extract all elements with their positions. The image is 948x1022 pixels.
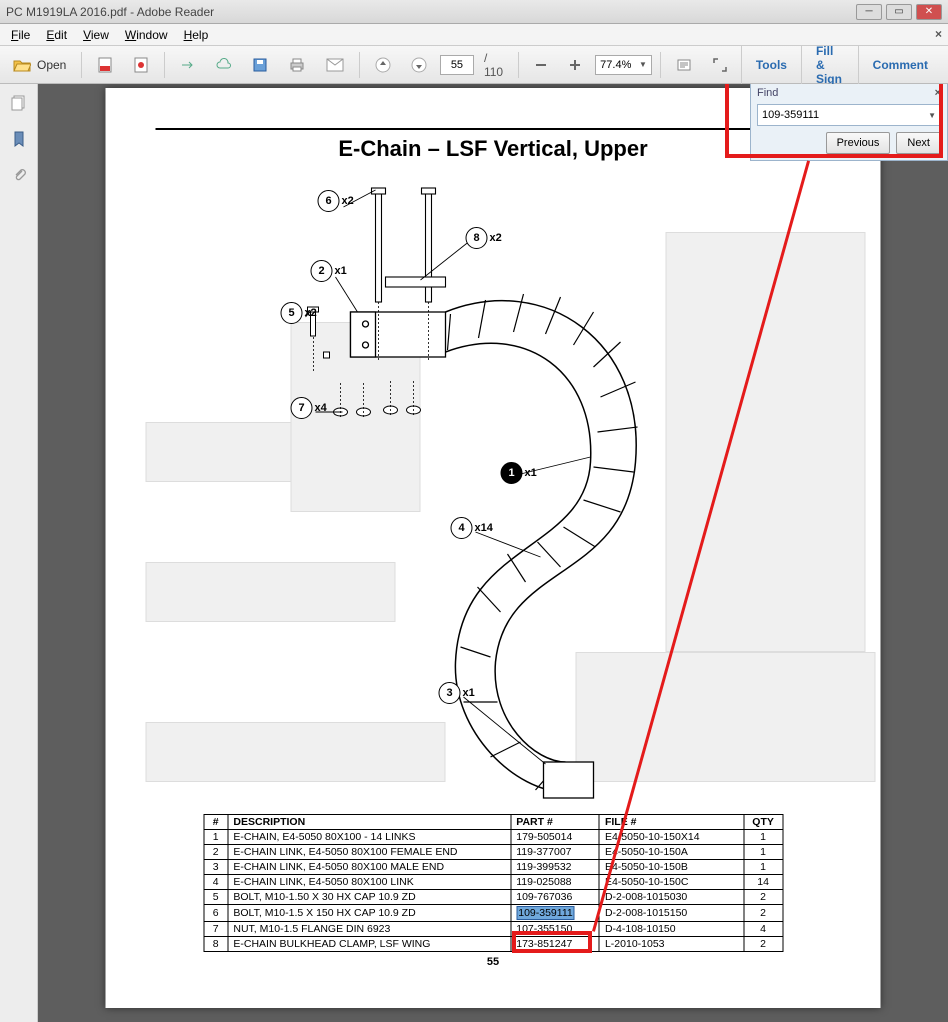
col-qty: QTY <box>744 815 783 830</box>
read-icon <box>676 57 692 73</box>
page-footer-number: 55 <box>136 956 851 968</box>
minus-icon <box>534 58 548 72</box>
full-screen-button[interactable] <box>705 52 735 78</box>
find-close-icon[interactable]: × <box>935 87 941 99</box>
find-value: 109-359111 <box>762 109 819 121</box>
table-row: 8E-CHAIN BULKHEAD CLAMP, LSF WING173-851… <box>204 937 783 952</box>
col-desc: DESCRIPTION <box>228 815 511 830</box>
nav-sidebar <box>0 84 38 1022</box>
table-row: 1E-CHAIN, E4-5050 80X100 - 14 LINKS179-5… <box>204 830 783 845</box>
menu-edit[interactable]: Edit <box>39 26 74 44</box>
menu-view[interactable]: View <box>76 26 116 44</box>
callout-4: 4 <box>451 517 473 539</box>
arrow-up-icon <box>375 57 391 73</box>
printer-icon <box>288 57 306 73</box>
menu-bar: File Edit View Window Help × <box>0 24 948 46</box>
document-viewport[interactable]: Find × 109-359111 ▼ Previous Next E-Chai… <box>38 84 948 1022</box>
bookmarks-tab[interactable] <box>8 128 30 150</box>
table-row: 4E-CHAIN LINK, E4-5050 80X100 LINK119-02… <box>204 875 783 890</box>
callout-1: 1 <box>501 462 523 484</box>
open-label: Open <box>37 58 66 72</box>
cloud-upload-button[interactable] <box>209 52 239 78</box>
menu-window[interactable]: Window <box>118 26 175 44</box>
page-title: E-Chain – LSF Vertical, Upper <box>156 128 831 162</box>
zoom-out-button[interactable] <box>527 52 555 78</box>
menubar-close-icon[interactable]: × <box>935 27 942 41</box>
folder-open-icon <box>13 57 31 73</box>
save-button[interactable] <box>245 52 275 78</box>
thumbnails-tab[interactable] <box>8 92 30 114</box>
fill-sign-panel-toggle[interactable]: Fill & Sign <box>801 46 858 84</box>
menu-help[interactable]: Help <box>177 26 216 44</box>
tools-panel-toggle[interactable]: Tools <box>741 46 801 84</box>
callout-6: 6 <box>318 190 340 212</box>
page-pdf-icon <box>97 57 113 73</box>
parts-table: # DESCRIPTION PART # FILE # QTY 1E-CHAIN… <box>203 814 783 952</box>
comment-panel-toggle[interactable]: Comment <box>858 46 942 84</box>
page-pdf-alt-icon <box>133 57 149 73</box>
callout-2: 2 <box>311 260 333 282</box>
cloud-icon <box>216 57 232 73</box>
table-row: 5BOLT, M10-1.50 X 30 HX CAP 10.9 ZD109-7… <box>204 890 783 905</box>
window-maximize-button[interactable]: ▭ <box>886 4 912 20</box>
create-pdf-button[interactable] <box>90 52 120 78</box>
zoom-select[interactable]: 77.4% ▼ <box>595 55 652 75</box>
page-total-label: / 110 <box>480 51 510 79</box>
col-num: # <box>204 815 228 830</box>
page-number-input[interactable] <box>440 55 474 75</box>
chevron-down-icon: ▼ <box>928 111 936 120</box>
callout-7: 7 <box>291 397 313 419</box>
page-down-button[interactable] <box>404 52 434 78</box>
email-button[interactable] <box>319 52 351 78</box>
window-minimize-button[interactable]: ─ <box>856 4 882 20</box>
callout-3: 3 <box>439 682 461 704</box>
table-row: 7NUT, M10-1.5 FLANGE DIN 6923107-355150D… <box>204 922 783 937</box>
read-mode-button[interactable] <box>669 52 699 78</box>
plus-icon <box>568 58 582 72</box>
open-button[interactable]: Open <box>6 52 73 78</box>
window-titlebar: PC M1919LA 2016.pdf - Adobe Reader ─ ▭ ✕ <box>0 0 948 24</box>
envelope-icon <box>326 58 344 72</box>
find-input[interactable]: 109-359111 ▼ <box>757 104 941 126</box>
arrow-down-icon <box>411 57 427 73</box>
technical-diagram: 6x2 8x2 2x1 5x2 7x4 1x1 4x14 3x1 <box>146 162 841 802</box>
page-up-button[interactable] <box>368 52 398 78</box>
expand-icon <box>712 57 728 73</box>
pages-icon <box>10 94 28 112</box>
print-button[interactable] <box>281 52 313 78</box>
find-panel: Find × 109-359111 ▼ Previous Next <box>750 84 948 161</box>
table-row: 6BOLT, M10-1.5 X 150 HX CAP 10.9 ZD109-3… <box>204 905 783 922</box>
search-highlight: 109-359111 <box>516 906 575 920</box>
pdf-page: E-Chain – LSF Vertical, Upper <box>106 88 881 1008</box>
find-next-button[interactable]: Next <box>896 132 941 154</box>
menu-file[interactable]: File <box>4 26 37 44</box>
table-row: 2E-CHAIN LINK, E4-5050 80X100 FEMALE END… <box>204 845 783 860</box>
zoom-value: 77.4% <box>600 59 631 71</box>
callout-5: 5 <box>281 302 303 324</box>
find-previous-button[interactable]: Previous <box>826 132 891 154</box>
attachments-tab[interactable] <box>8 164 30 186</box>
table-row: 3E-CHAIN LINK, E4-5050 80X100 MALE END11… <box>204 860 783 875</box>
toolbar: Open / 110 77.4% ▼ Tools Fill & Sign Comm… <box>0 46 948 84</box>
chevron-down-icon: ▼ <box>639 60 647 69</box>
col-file: FILE # <box>599 815 743 830</box>
convert-button[interactable] <box>173 52 203 78</box>
bookmark-icon <box>11 130 27 148</box>
create-pdf-alt-button[interactable] <box>126 52 156 78</box>
window-close-button[interactable]: ✕ <box>916 4 942 20</box>
convert-icon <box>180 57 196 73</box>
zoom-in-button[interactable] <box>561 52 589 78</box>
paperclip-icon <box>11 166 27 184</box>
floppy-icon <box>252 57 268 73</box>
callout-8: 8 <box>466 227 488 249</box>
find-title: Find <box>757 87 778 99</box>
window-title: PC M1919LA 2016.pdf - Adobe Reader <box>6 5 214 19</box>
col-part: PART # <box>511 815 600 830</box>
